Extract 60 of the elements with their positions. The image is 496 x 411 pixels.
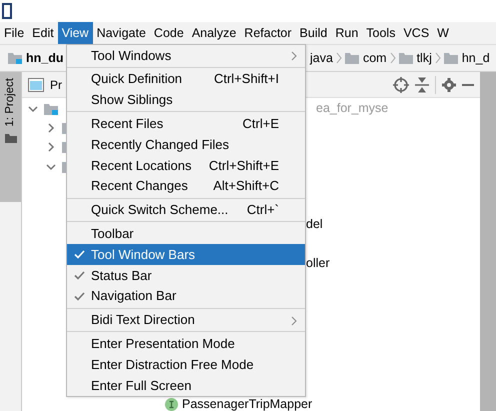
menu-item[interactable]: Code bbox=[150, 22, 188, 44]
menu-item[interactable]: Tool Windows bbox=[67, 45, 305, 66]
menu-item[interactable]: Build bbox=[296, 22, 332, 44]
menu-item[interactable]: View bbox=[58, 22, 93, 44]
menu-item[interactable]: Enter Distraction Free Mode bbox=[67, 354, 305, 375]
menu-item[interactable]: File bbox=[0, 22, 28, 44]
breadcrumb-item[interactable]: tlkj bbox=[416, 48, 432, 68]
menu-item[interactable]: VCS bbox=[399, 22, 434, 44]
tree-item-text: ea_for_myse bbox=[316, 100, 388, 118]
menu-item[interactable]: Tools bbox=[362, 22, 400, 44]
folder-icon bbox=[398, 52, 413, 64]
menu-item[interactable]: Edit bbox=[28, 22, 58, 44]
menu-item[interactable]: Recently Changed Files bbox=[67, 134, 305, 155]
panel-title[interactable]: Pr bbox=[50, 76, 62, 94]
menu-item[interactable]: Recent Files Ctrl+E bbox=[67, 113, 305, 134]
tree-item-text[interactable]: PassenagerTripMapper bbox=[182, 395, 312, 411]
chevron-right-icon bbox=[336, 52, 342, 64]
menu-item[interactable]: Tool Window Bars bbox=[67, 244, 305, 265]
menu-item[interactable]: Refactor bbox=[240, 22, 296, 44]
menu-item[interactable]: Show Siblings bbox=[67, 90, 305, 110]
menu-item[interactable]: Quick Switch Scheme... Ctrl+` bbox=[67, 200, 305, 220]
chevron-right-icon bbox=[434, 52, 441, 64]
panel-icon bbox=[28, 78, 44, 92]
folder-icon bbox=[4, 132, 16, 143]
menu-item[interactable]: Run bbox=[331, 22, 362, 44]
folder-icon bbox=[344, 52, 359, 64]
module-folder-icon bbox=[8, 52, 22, 64]
chevron-right-icon[interactable] bbox=[46, 122, 56, 133]
module-folder-icon bbox=[44, 102, 58, 115]
chevron-down-icon[interactable] bbox=[28, 104, 38, 114]
breadcrumb-item[interactable]: hn_du bbox=[26, 48, 64, 68]
chevron-right-icon bbox=[390, 52, 396, 64]
menu-item[interactable]: Quick Definition Ctrl+Shift+I bbox=[67, 68, 305, 90]
locate-icon[interactable] bbox=[393, 76, 409, 92]
menu-item[interactable]: Bidi Text Direction bbox=[67, 310, 305, 330]
menu-item[interactable]: Status Bar bbox=[67, 264, 305, 286]
menu-item[interactable]: W bbox=[433, 22, 453, 44]
tree-item-text: del bbox=[306, 216, 323, 234]
breadcrumb-item[interactable]: java bbox=[310, 48, 333, 68]
chevron-down-icon[interactable] bbox=[46, 162, 56, 172]
folder-icon bbox=[444, 52, 458, 64]
chevron-right-icon[interactable] bbox=[46, 142, 56, 152]
menu-item[interactable]: Navigate bbox=[92, 22, 150, 44]
breadcrumb-item[interactable]: com bbox=[362, 48, 387, 68]
menu-item[interactable]: Recent Changes Alt+Shift+C bbox=[67, 176, 305, 197]
menu-item[interactable]: Analyze bbox=[188, 22, 240, 44]
collapse-icon[interactable] bbox=[415, 76, 429, 92]
interface-icon bbox=[165, 398, 178, 411]
menu-item[interactable]: Toolbar bbox=[67, 223, 305, 244]
menu-item[interactable]: Navigation Bar bbox=[67, 286, 305, 307]
breadcrumb-item[interactable]: hn_d bbox=[462, 48, 490, 68]
menu-item[interactable]: Enter Presentation Mode bbox=[67, 333, 305, 354]
checkmark-icon bbox=[74, 250, 84, 260]
project-tool-tab[interactable]: 1: Project bbox=[0, 72, 21, 202]
tree-item-text: oller bbox=[306, 254, 330, 272]
checkmark-icon bbox=[74, 270, 84, 280]
settings-icon[interactable] bbox=[442, 78, 456, 92]
checkmark-icon bbox=[74, 292, 84, 301]
menu-item[interactable]: Enter Full Screen bbox=[67, 374, 305, 396]
menu-item[interactable]: Recent Locations Ctrl+Shift+E bbox=[67, 154, 305, 176]
